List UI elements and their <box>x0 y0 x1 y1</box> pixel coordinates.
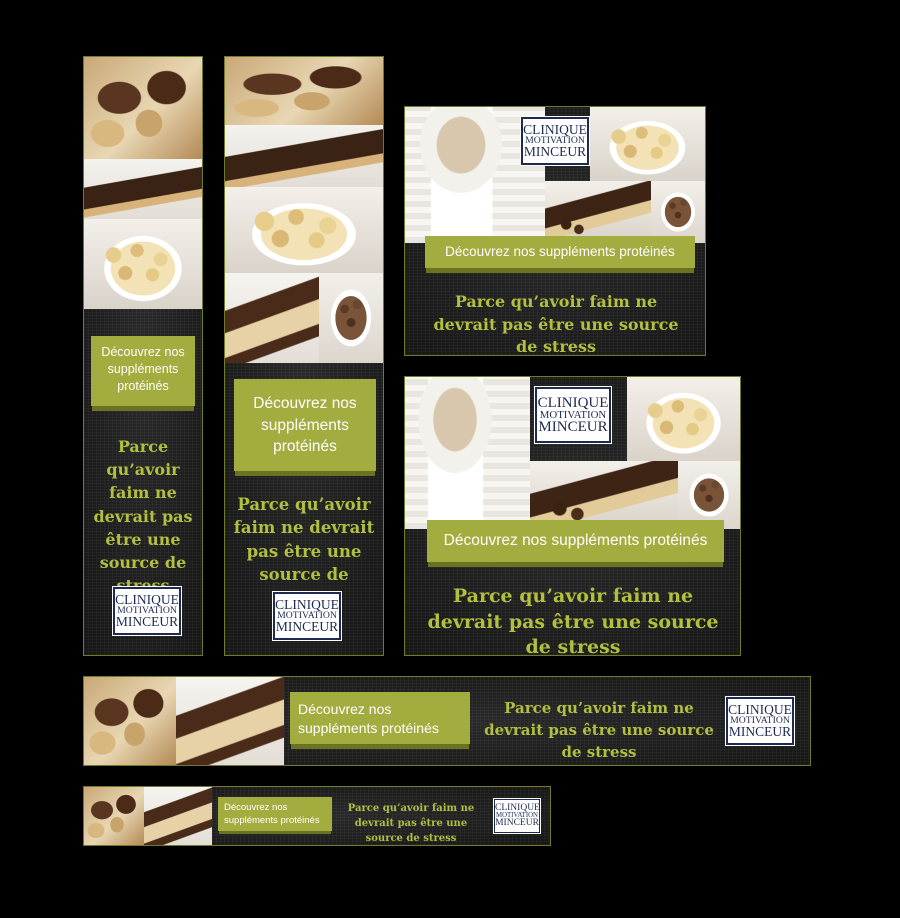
coffee-mug-photo <box>405 377 530 529</box>
protein-bars-photo <box>225 57 383 125</box>
cta-label: Découvrez nos suppléments protéinés <box>224 802 320 826</box>
tagline: Parce qu’avoir faim ne devrait pas être … <box>433 292 679 356</box>
banner-leaderboard[interactable]: Découvrez nos suppléments protéinés Parc… <box>83 676 811 766</box>
chocolate-bar-photo <box>84 159 202 219</box>
cereal-bowl-photo <box>590 107 705 181</box>
tagline: Parce qu’avoir faim ne devrait pas être … <box>427 585 719 656</box>
cta-label: Découvrez nos suppléments protéinés <box>445 244 675 259</box>
protein-bar-cut-photo <box>144 787 212 845</box>
tagline: Parce qu’avoir faim ne devrait pas être … <box>484 699 714 761</box>
brand-logo: CLINIQUE MOTIVATION MINCEUR <box>534 386 612 444</box>
brand-logo: CLINIQUE MOTIVATION MINCEUR <box>520 116 590 166</box>
cta-button[interactable]: Découvrez nos suppléments protéinés <box>218 797 332 831</box>
cereal-bowl-photo <box>627 377 740 461</box>
cereal-bowl-photo <box>84 219 202 309</box>
protein-bar-cut-photo <box>176 677 284 765</box>
chocolate-bar-photo <box>530 461 678 529</box>
cta-button[interactable]: Découvrez nos suppléments protéinés <box>425 236 695 268</box>
chocolate-cereal-photo <box>678 461 740 529</box>
protein-bars-photo <box>84 677 176 765</box>
brand-logo: CLINIQUE MOTIVATION MINCEUR <box>493 798 541 834</box>
brand-logo: CLINIQUE MOTIVATION MINCEUR <box>112 586 182 636</box>
banner-large-rectangle[interactable]: CLINIQUE MOTIVATION MINCEUR Découvrez no… <box>404 376 741 656</box>
banner-skyscraper-narrow[interactable]: Découvrez nos suppléments protéinés Parc… <box>83 56 203 656</box>
protein-bars-photo <box>84 57 202 159</box>
chocolate-cereal-photo <box>651 181 705 243</box>
cta-button[interactable]: Découvrez nos suppléments protéinés <box>427 520 724 562</box>
tagline: Parce qu’avoir faim ne devrait pas être … <box>347 803 475 844</box>
banner-small-horizontal[interactable]: Découvrez nos suppléments protéinés Parc… <box>83 786 551 846</box>
cereal-bowl-photo <box>225 187 383 273</box>
cta-button[interactable]: Découvrez nos suppléments protéinés <box>91 336 195 406</box>
chocolate-bar-photo <box>545 181 651 243</box>
brand-logo: CLINIQUE MOTIVATION MINCEUR <box>272 591 342 641</box>
protein-bar-cut-photo <box>225 273 319 363</box>
banner-medium-rectangle[interactable]: CLINIQUE MOTIVATION MINCEUR Découvrez no… <box>404 106 706 356</box>
banner-skyscraper-wide[interactable]: Découvrez nos suppléments protéinés Parc… <box>224 56 384 656</box>
cta-button[interactable]: Découvrez nos suppléments protéinés <box>290 692 470 744</box>
protein-bars-photo <box>84 787 144 845</box>
cta-button[interactable]: Découvrez nos suppléments protéinés <box>234 379 376 471</box>
cta-label: Découvrez nos suppléments protéinés <box>101 345 185 393</box>
tagline: Parce qu’avoir faim ne devrait pas être … <box>93 437 193 596</box>
brand-logo: CLINIQUE MOTIVATION MINCEUR <box>725 696 795 746</box>
chocolate-cereal-photo <box>319 273 383 363</box>
cta-label: Découvrez nos suppléments protéinés <box>253 395 357 456</box>
chocolate-bar-photo <box>225 125 383 187</box>
cta-label: Découvrez nos suppléments protéinés <box>298 701 439 736</box>
cta-label: Découvrez nos suppléments protéinés <box>443 532 708 549</box>
